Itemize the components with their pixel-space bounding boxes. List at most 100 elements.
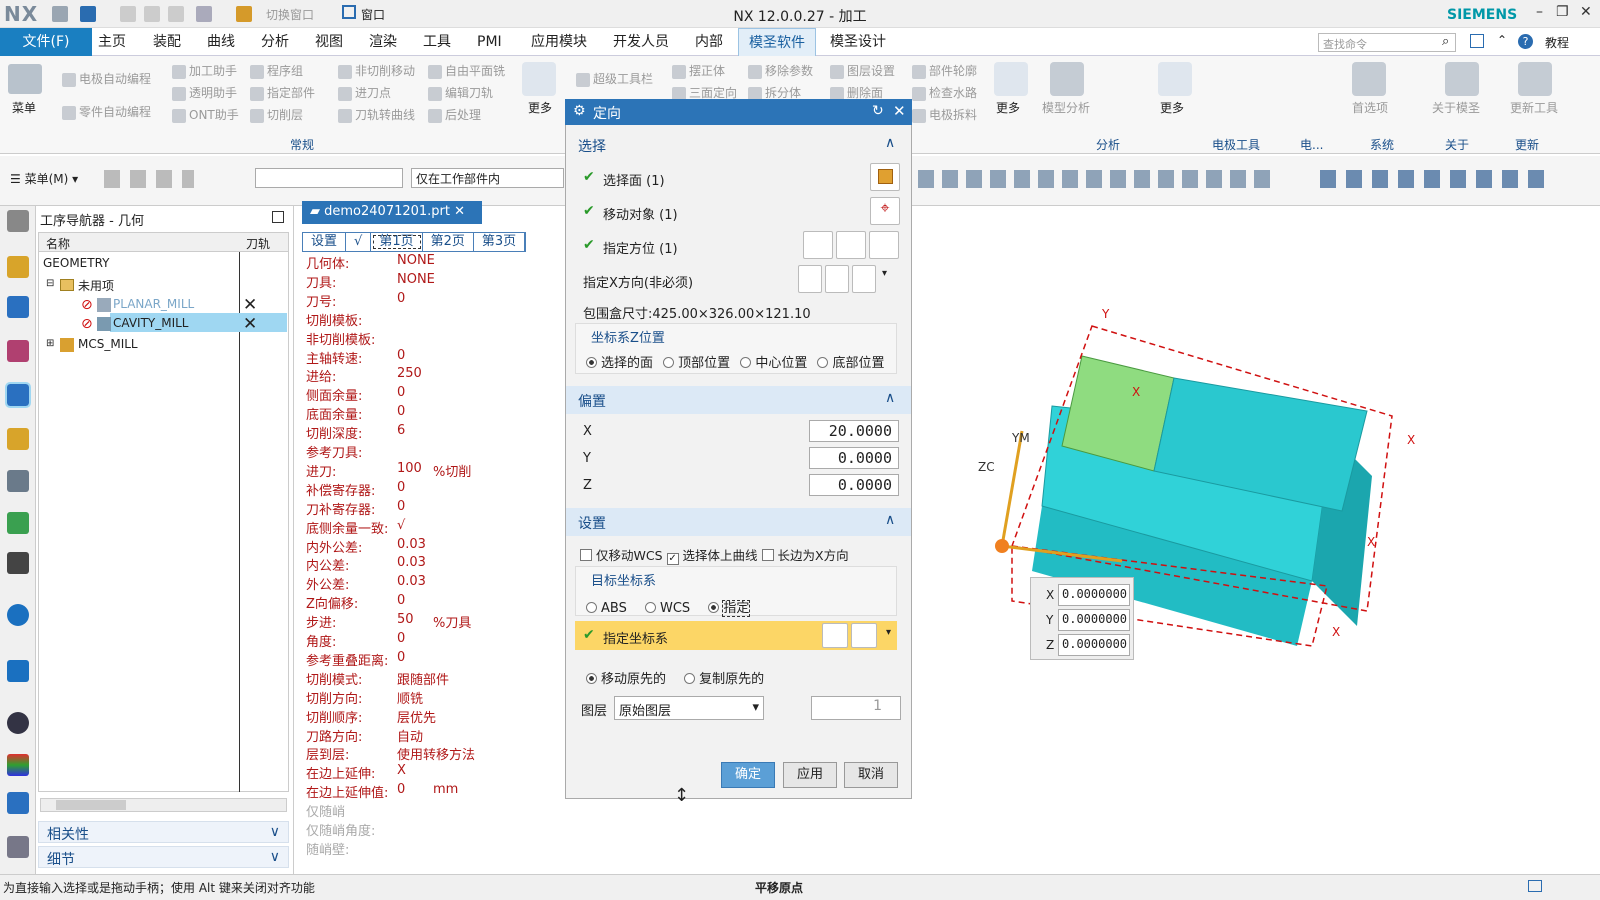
ribbon-item[interactable]: 透明助手 — [172, 84, 237, 101]
clock-icon[interactable] — [7, 712, 29, 734]
tab-mosheng-design[interactable]: 模圣设计 — [820, 28, 896, 56]
tree-node-cavity-mill[interactable]: CAVITY_MILL — [113, 316, 189, 330]
select-face-button[interactable] — [870, 163, 900, 191]
gear-icon[interactable]: ⚙ — [573, 103, 586, 119]
x-inferred-button[interactable] — [852, 265, 876, 293]
update-button[interactable]: 更新工具 — [1510, 99, 1558, 116]
csys-axis-button[interactable] — [869, 231, 899, 259]
tab-internal[interactable]: 内部 — [685, 28, 733, 56]
coord-y-input[interactable]: 0.0000000 — [1058, 609, 1130, 631]
ribbon-item[interactable]: 摆正体 — [672, 62, 725, 79]
col-name-header[interactable]: 名称 — [46, 235, 70, 252]
maximize-icon[interactable] — [272, 211, 284, 223]
fullscreen-icon[interactable] — [1528, 880, 1542, 892]
offset-y-input[interactable]: 0.0000 — [809, 447, 899, 469]
more-icon[interactable] — [1158, 62, 1192, 96]
ribbon-item[interactable]: 编辑刀轨 — [428, 84, 493, 101]
expand-icon[interactable]: ⊞ — [46, 338, 54, 349]
more-icon[interactable] — [522, 62, 556, 96]
ribbon-item[interactable]: 零件自动编程 — [62, 103, 151, 120]
ribbon-item[interactable]: 切削层 — [250, 106, 303, 123]
csys-pick-button[interactable] — [822, 623, 848, 648]
ribbon-item[interactable]: 检查水路 — [912, 84, 977, 101]
tab-pmi[interactable]: PMI — [467, 28, 512, 56]
type-filter-select[interactable] — [255, 168, 403, 188]
part-navigator-icon[interactable] — [7, 340, 29, 362]
coord-x-input[interactable]: 0.0000000 — [1058, 584, 1130, 606]
model-analysis-icon[interactable] — [1050, 62, 1084, 96]
dropdown-arrow-icon[interactable]: ▾ — [886, 627, 891, 638]
graphics-viewport[interactable]: Y X X X X ZC YM — [912, 206, 1600, 874]
robot-icon[interactable] — [7, 836, 29, 858]
tree-node-unused[interactable]: 未用项 — [78, 277, 114, 294]
coord-z-input[interactable]: 0.0000000 — [1058, 634, 1130, 656]
snap-point-icons[interactable] — [918, 170, 1278, 188]
reset-icon[interactable]: ↻ — [872, 103, 884, 119]
layer-select[interactable]: 原始图层 ▾ — [614, 696, 764, 720]
offset-section-header[interactable]: 偏置 — [566, 386, 911, 414]
preferences-button[interactable]: 首选项 — [1352, 99, 1388, 116]
ribbon-item[interactable]: 刀轨转曲线 — [338, 106, 415, 123]
snap-icons[interactable] — [104, 170, 194, 188]
menu-dropdown[interactable]: ☰ 菜单(M) ▾ — [10, 170, 78, 187]
minimize-button[interactable]: – — [1536, 4, 1543, 20]
target-csys-options[interactable]: ABS WCS 指定 — [586, 597, 751, 617]
chevron-up-icon[interactable]: ∧ — [885, 390, 895, 406]
settings-icon[interactable] — [7, 210, 29, 232]
assembly-navigator-icon[interactable] — [7, 256, 29, 278]
restore-button[interactable]: ❐ — [1556, 4, 1569, 20]
col-path-header[interactable]: 刀轨 — [246, 235, 270, 252]
offset-x-input[interactable]: 20.0000 — [809, 420, 899, 442]
collapse-ribbon-icon[interactable]: ⌃ — [1497, 33, 1507, 47]
fullscreen-icon[interactable] — [1470, 34, 1484, 48]
ribbon-item[interactable]: 后处理 — [428, 106, 481, 123]
menu-icon[interactable] — [8, 64, 42, 94]
tree-node-planar-mill[interactable]: PLANAR_MILL — [113, 297, 194, 311]
help-icon[interactable]: ? — [1518, 34, 1533, 49]
ribbon-item[interactable]: ONT助手 — [172, 106, 239, 123]
ok-button[interactable]: 确定 — [721, 762, 775, 788]
cancel-button[interactable]: 取消 — [844, 762, 898, 788]
tab-page3[interactable]: 第3页 — [474, 233, 526, 251]
settings-section-header[interactable]: 设置 — [566, 508, 911, 536]
tab-settings[interactable]: 设置 — [303, 233, 347, 251]
ribbon-item[interactable]: 自由平面铣 — [428, 62, 505, 79]
details-panel-header[interactable]: 细节 ∨ — [38, 846, 289, 868]
web-browser-icon[interactable] — [7, 552, 29, 574]
tab-tools[interactable]: 工具 — [413, 28, 461, 56]
chevron-up-icon[interactable]: ∧ — [885, 135, 895, 151]
dropdown-arrow-icon[interactable]: ▾ — [882, 268, 887, 279]
collapse-icon[interactable]: ⊟ — [46, 278, 54, 289]
document-tab[interactable]: ▰ demo24071201.prt ✕ — [302, 201, 482, 224]
file-menu[interactable]: 文件(F) — [0, 28, 92, 56]
tab-view[interactable]: 视图 — [305, 28, 353, 56]
tab-assembly[interactable]: 装配 — [143, 28, 191, 56]
tab-analysis[interactable]: 分析 — [251, 28, 299, 56]
about-button[interactable]: 关于模圣 — [1432, 99, 1480, 116]
reuse-library-icon[interactable] — [7, 470, 29, 492]
related-panel-header[interactable]: 相关性 ∨ — [38, 821, 289, 843]
ribbon-item[interactable]: 非切削移动 — [338, 62, 415, 79]
more-icon[interactable] — [994, 62, 1028, 96]
tab-applications[interactable]: 应用模块 — [521, 28, 597, 56]
more-button[interactable]: 更多 — [1160, 99, 1184, 116]
tab-check[interactable]: √ — [346, 233, 372, 251]
offset-z-input[interactable]: 0.0000 — [809, 474, 899, 496]
csys-dialog-button[interactable] — [803, 231, 833, 259]
tab-curve[interactable]: 曲线 — [197, 28, 245, 56]
ribbon-item[interactable]: 超级工具栏 — [576, 70, 653, 87]
settings-checkboxes[interactable]: 仅移动WCS ✓ 选择体上曲线 长边为X方向 — [580, 545, 849, 565]
close-tab-icon[interactable]: ✕ — [454, 204, 465, 219]
csys-type-button[interactable] — [851, 623, 877, 648]
close-icon[interactable]: ✕ — [893, 102, 906, 120]
tab-developer[interactable]: 开发人员 — [603, 28, 679, 56]
tab-home[interactable]: 主页 — [88, 28, 136, 56]
update-icon[interactable] — [1518, 62, 1552, 96]
move-object-button[interactable]: ⌖ — [870, 197, 900, 225]
preferences-icon[interactable] — [1352, 62, 1386, 96]
model-analysis-button[interactable]: 模型分析 — [1042, 99, 1090, 116]
select-section-header[interactable]: 选择 — [566, 131, 911, 159]
tab-page2[interactable]: 第2页 — [423, 233, 474, 251]
info-icon[interactable] — [7, 604, 29, 626]
palette-icon[interactable] — [7, 754, 29, 776]
